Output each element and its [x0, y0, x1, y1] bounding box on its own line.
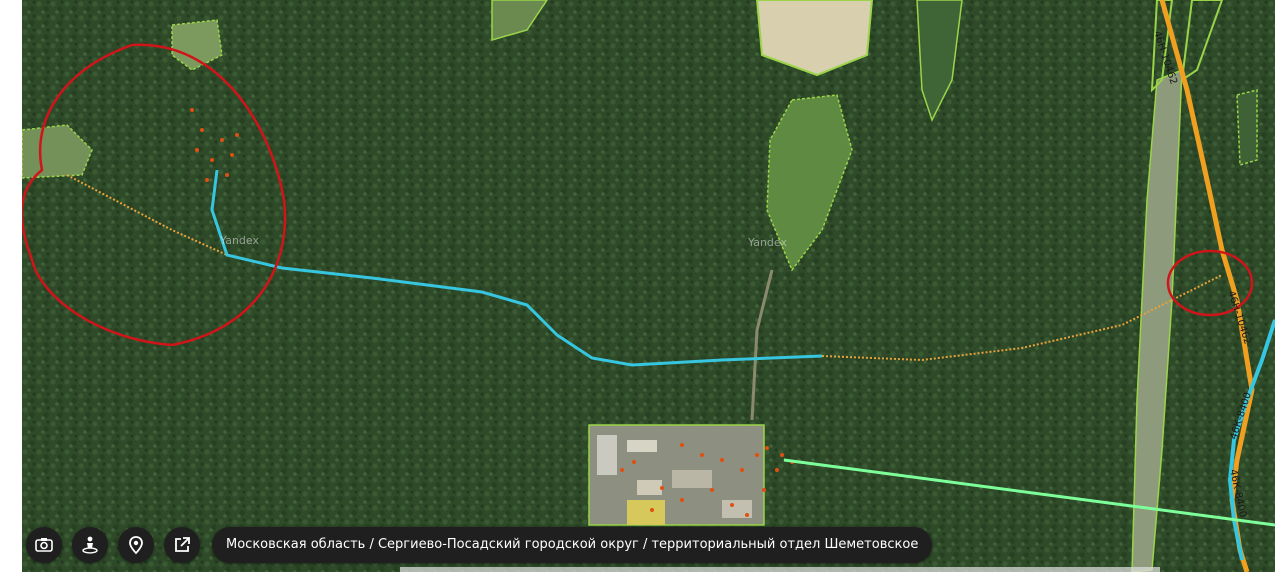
strip-right	[1236, 89, 1258, 166]
building	[627, 440, 657, 452]
screenshot-button[interactable]	[26, 527, 62, 563]
watermark-text: Yandex	[747, 236, 787, 249]
watermark-text: Yandex	[219, 234, 259, 247]
pegman-icon	[82, 536, 98, 554]
external-link-icon	[175, 537, 190, 552]
breadcrumb[interactable]: Московская область / Сергиево-Посадский …	[212, 527, 933, 563]
attribution-bar	[400, 567, 1160, 572]
building	[597, 435, 617, 475]
building	[637, 480, 662, 495]
satellite-map[interactable]: Yandex Yandex 46Н-10462 46Н-10462 46К-84…	[22, 0, 1275, 572]
building	[672, 470, 712, 488]
open-external-button[interactable]	[164, 527, 200, 563]
place-button[interactable]	[118, 527, 154, 563]
camera-icon	[35, 538, 53, 552]
yellow-field	[627, 500, 665, 525]
map-pin-icon	[129, 536, 143, 555]
panorama-button[interactable]	[72, 527, 108, 563]
map-view[interactable]: Yandex Yandex 46Н-10462 46Н-10462 46К-84…	[22, 0, 1275, 572]
